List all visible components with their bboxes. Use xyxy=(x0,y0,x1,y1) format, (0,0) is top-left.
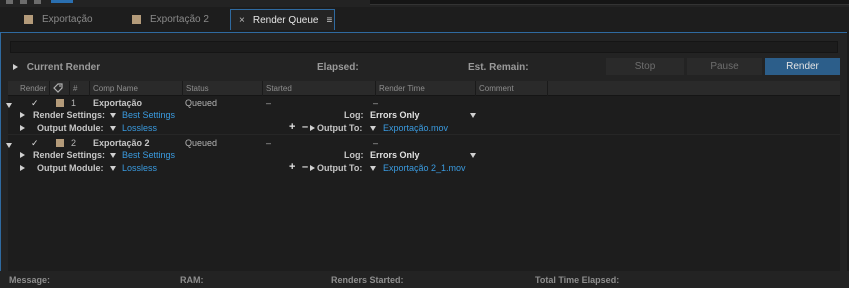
expand-arrow-icon[interactable] xyxy=(310,122,315,134)
add-output-icon[interactable]: + xyxy=(289,121,295,133)
column-render-time[interactable]: Render Time xyxy=(376,81,476,96)
tab-render-queue[interactable]: × Render Queue ≡ xyxy=(230,9,335,30)
label-color-swatch xyxy=(24,15,33,24)
comp-name[interactable]: Exportação 2 xyxy=(93,137,150,149)
output-module-label: Output Module: xyxy=(37,123,104,133)
dropdown-arrow-icon[interactable] xyxy=(370,162,376,174)
output-module-label: Output Module: xyxy=(37,163,104,173)
dropdown-arrow-icon[interactable] xyxy=(110,162,116,174)
column-status[interactable]: Status xyxy=(183,81,263,96)
panel-menu-icon[interactable]: ≡ xyxy=(326,15,332,26)
column-label[interactable] xyxy=(50,81,70,96)
expand-arrow-icon[interactable] xyxy=(20,162,25,174)
est-remain-label: Est. Remain: xyxy=(468,62,529,73)
label-color-swatch xyxy=(132,15,141,24)
render-settings-label: Render Settings: xyxy=(33,110,106,120)
tab-label: Render Queue xyxy=(252,14,319,26)
dropdown-arrow-icon[interactable] xyxy=(470,149,476,161)
tag-icon xyxy=(53,83,63,93)
started: – xyxy=(266,98,272,108)
output-to-label: Output To: xyxy=(317,123,363,133)
output-to-value[interactable]: Exportação.mov xyxy=(383,122,448,134)
render-button[interactable]: Render xyxy=(765,58,840,75)
log-value[interactable]: Errors Only xyxy=(370,149,420,161)
message-label: Message: xyxy=(9,275,51,285)
top-toolbar-strip xyxy=(0,0,849,7)
column-comment[interactable]: Comment xyxy=(476,81,548,96)
remove-output-icon[interactable]: – xyxy=(302,121,308,133)
render-settings-value[interactable]: Best Settings xyxy=(122,149,175,161)
column-comp-name[interactable]: Comp Name xyxy=(90,81,183,96)
panel-border xyxy=(0,32,1,288)
dropdown-arrow-icon[interactable] xyxy=(110,122,116,134)
toolbar-icon[interactable] xyxy=(20,0,27,4)
status-footer: Message: RAM: Renders Started: Total Tim… xyxy=(0,271,849,288)
dropdown-arrow-icon[interactable] xyxy=(110,149,116,161)
item-number: 2 xyxy=(71,138,77,148)
collapse-arrow-icon[interactable] xyxy=(6,139,12,151)
render-time: – xyxy=(373,138,379,148)
tab-exportacao-2[interactable]: Exportação 2 xyxy=(132,9,209,30)
collapse-arrow-icon[interactable] xyxy=(6,99,12,111)
expand-arrow-icon[interactable] xyxy=(20,149,25,161)
tab-label: Exportação 2 xyxy=(150,14,209,25)
log-label: Log: xyxy=(344,110,364,120)
render-checkbox[interactable]: ✓ xyxy=(31,97,39,109)
column-render[interactable]: Render xyxy=(8,81,50,96)
column-number[interactable]: # xyxy=(70,81,90,96)
ram-label: RAM: xyxy=(180,275,204,285)
render-time: – xyxy=(373,98,379,108)
current-render-toggle[interactable]: Current Render xyxy=(13,62,100,73)
dropdown-arrow-icon[interactable] xyxy=(110,109,116,121)
close-icon[interactable]: × xyxy=(239,15,245,26)
label-color-swatch[interactable] xyxy=(56,139,64,147)
render-checkbox[interactable]: ✓ xyxy=(31,137,39,149)
started: – xyxy=(266,138,272,148)
tab-bar: Exportação Exportação 2 × Render Queue ≡ xyxy=(0,7,849,32)
dropdown-arrow-icon[interactable] xyxy=(470,109,476,121)
render-settings-value[interactable]: Best Settings xyxy=(122,109,175,121)
output-to-label: Output To: xyxy=(317,163,363,173)
expand-arrow-icon[interactable] xyxy=(20,109,25,121)
output-module-value[interactable]: Lossless xyxy=(122,122,157,134)
comp-name[interactable]: Exportação xyxy=(93,97,142,109)
dropdown-arrow-icon[interactable] xyxy=(370,122,376,134)
stop-button[interactable]: Stop xyxy=(606,58,684,75)
output-module-value[interactable]: Lossless xyxy=(122,162,157,174)
current-render-label: Current Render xyxy=(26,62,101,73)
elapsed-label: Elapsed: xyxy=(317,62,359,73)
toolbar-icon[interactable] xyxy=(6,0,13,4)
tab-exportacao[interactable]: Exportação xyxy=(24,9,93,30)
table-header: Render # Comp Name Status Started Render… xyxy=(8,81,840,96)
total-time-elapsed-label: Total Time Elapsed: xyxy=(535,275,620,285)
column-started[interactable]: Started xyxy=(263,81,376,96)
expand-arrow-icon[interactable] xyxy=(310,162,315,174)
row-divider xyxy=(8,134,840,135)
remove-output-icon[interactable]: – xyxy=(302,161,308,173)
log-value[interactable]: Errors Only xyxy=(370,109,420,121)
tab-label: Exportação xyxy=(42,14,93,25)
renders-started-label: Renders Started: xyxy=(331,275,404,285)
output-to-value[interactable]: Exportação 2_1.mov xyxy=(383,162,466,174)
pause-button[interactable]: Pause xyxy=(687,58,762,75)
render-settings-label: Render Settings: xyxy=(33,150,106,160)
add-output-icon[interactable]: + xyxy=(289,161,295,173)
label-color-swatch[interactable] xyxy=(56,99,64,107)
expand-arrow-icon xyxy=(13,64,18,70)
toolbar-icon[interactable] xyxy=(34,0,41,4)
status: Queued xyxy=(185,138,218,148)
render-progress-bar xyxy=(10,41,838,53)
toolbar-field[interactable] xyxy=(370,0,849,5)
expand-arrow-icon[interactable] xyxy=(20,122,25,134)
item-number: 1 xyxy=(71,98,77,108)
status: Queued xyxy=(185,98,218,108)
log-label: Log: xyxy=(344,150,364,160)
toolbar-blue-control[interactable] xyxy=(51,0,73,3)
